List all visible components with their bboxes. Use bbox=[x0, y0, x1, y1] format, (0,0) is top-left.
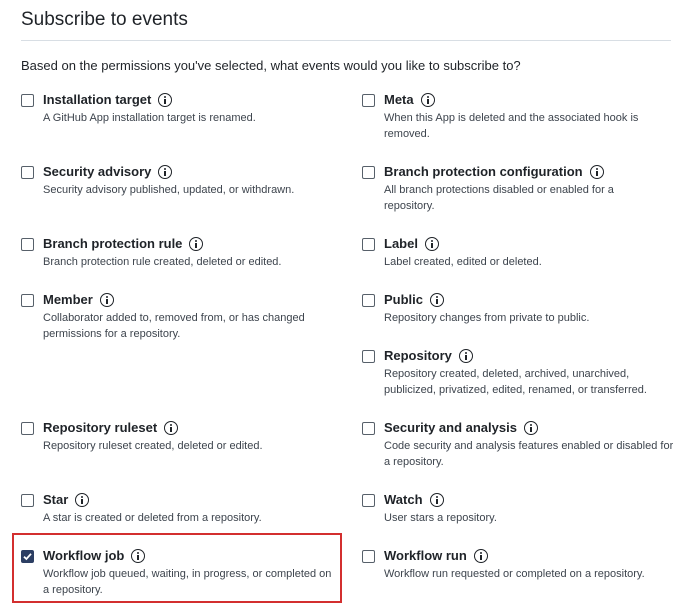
checkbox[interactable] bbox=[362, 238, 375, 251]
event-security-and-analysis[interactable]: Security and analysis Code security and … bbox=[362, 420, 673, 470]
info-icon[interactable] bbox=[158, 92, 173, 107]
event-meta[interactable]: Meta When this App is deleted and the as… bbox=[362, 92, 662, 140]
event-repository[interactable]: Repository Repository created, deleted, … bbox=[362, 348, 667, 398]
checkbox[interactable] bbox=[362, 166, 375, 179]
info-icon[interactable] bbox=[131, 548, 146, 563]
event-workflow-job[interactable]: Workflow job Workflow job queued, waitin… bbox=[21, 548, 336, 598]
info-icon[interactable] bbox=[99, 292, 114, 307]
checkbox[interactable] bbox=[21, 294, 34, 307]
event-description: Security advisory published, updated, or… bbox=[43, 184, 295, 196]
event-title: Security and analysis bbox=[384, 420, 517, 435]
event-title: Star bbox=[43, 492, 69, 507]
info-icon[interactable] bbox=[420, 92, 435, 107]
section-title: Subscribe to events bbox=[21, 9, 188, 30]
event-description: Collaborator added to, removed from, or … bbox=[43, 312, 305, 340]
checkbox[interactable] bbox=[362, 422, 375, 435]
event-title: Branch protection configuration bbox=[384, 164, 583, 179]
event-public[interactable]: Public Repository changes from private t… bbox=[362, 292, 662, 332]
event-title: Security advisory bbox=[43, 164, 152, 179]
event-workflow-run[interactable]: Workflow run Workflow run requested or c… bbox=[362, 548, 667, 588]
event-installation-target[interactable]: Installation target A GitHub App install… bbox=[21, 92, 341, 132]
event-title: Member bbox=[43, 292, 93, 307]
event-repository-ruleset[interactable]: Repository ruleset Repository ruleset cr… bbox=[21, 420, 341, 460]
checkbox[interactable] bbox=[21, 94, 34, 107]
event-description: Repository created, deleted, archived, u… bbox=[384, 368, 647, 396]
event-description: A GitHub App installation target is rena… bbox=[43, 112, 256, 124]
info-icon[interactable] bbox=[523, 420, 538, 435]
event-description: User stars a repository. bbox=[384, 512, 497, 524]
event-title: Public bbox=[384, 292, 424, 307]
event-description: A star is created or deleted from a repo… bbox=[43, 512, 262, 524]
info-icon[interactable] bbox=[164, 420, 179, 435]
event-description: Code security and analysis features enab… bbox=[384, 440, 673, 468]
event-title: Installation target bbox=[43, 92, 152, 107]
event-description: Repository ruleset created, deleted or e… bbox=[43, 440, 263, 452]
event-description: Label created, edited or deleted. bbox=[384, 256, 542, 268]
info-icon[interactable] bbox=[430, 292, 445, 307]
event-watch[interactable]: Watch User stars a repository. bbox=[362, 492, 662, 532]
checkbox[interactable] bbox=[362, 294, 375, 307]
checkmark-icon bbox=[23, 553, 32, 561]
info-icon[interactable] bbox=[424, 236, 439, 251]
event-description: Branch protection rule created, deleted … bbox=[43, 256, 282, 268]
checkbox[interactable] bbox=[21, 238, 34, 251]
event-branch-protection-rule[interactable]: Branch protection rule Branch protection… bbox=[21, 236, 341, 276]
intro-text: Based on the permissions you've selected… bbox=[21, 58, 521, 73]
event-security-advisory[interactable]: Security advisory Security advisory publ… bbox=[21, 164, 341, 204]
event-description: When this App is deleted and the associa… bbox=[384, 112, 639, 140]
event-title: Branch protection rule bbox=[43, 236, 183, 251]
event-title: Label bbox=[384, 236, 418, 251]
event-description: Repository changes from private to publi… bbox=[384, 312, 590, 324]
event-title: Watch bbox=[384, 492, 423, 507]
event-description: Workflow run requested or completed on a… bbox=[384, 568, 645, 580]
event-member[interactable]: Member Collaborator added to, removed fr… bbox=[21, 292, 341, 342]
event-label[interactable]: Label Label created, edited or deleted. bbox=[362, 236, 662, 276]
event-title: Repository ruleset bbox=[43, 420, 158, 435]
checkbox[interactable] bbox=[21, 422, 34, 435]
event-title: Workflow job bbox=[43, 548, 125, 563]
event-title: Repository bbox=[384, 348, 452, 363]
info-icon[interactable] bbox=[189, 236, 204, 251]
checkbox[interactable] bbox=[362, 350, 375, 363]
checkbox-checked[interactable] bbox=[21, 550, 34, 563]
checkbox[interactable] bbox=[21, 166, 34, 179]
event-title: Workflow run bbox=[384, 548, 467, 563]
event-title: Meta bbox=[384, 92, 414, 107]
info-icon[interactable] bbox=[473, 548, 488, 563]
checkbox[interactable] bbox=[21, 494, 34, 507]
divider bbox=[21, 40, 671, 41]
info-icon[interactable] bbox=[158, 164, 173, 179]
event-description: All branch protections disabled or enabl… bbox=[384, 184, 614, 212]
event-description: Workflow job queued, waiting, in progres… bbox=[43, 568, 332, 596]
checkbox[interactable] bbox=[362, 550, 375, 563]
info-icon[interactable] bbox=[458, 348, 473, 363]
event-branch-protection-configuration[interactable]: Branch protection configuration All bran… bbox=[362, 164, 662, 214]
checkbox[interactable] bbox=[362, 94, 375, 107]
checkbox[interactable] bbox=[362, 494, 375, 507]
info-icon[interactable] bbox=[429, 492, 444, 507]
event-star[interactable]: Star A star is created or deleted from a… bbox=[21, 492, 341, 532]
info-icon[interactable] bbox=[75, 492, 90, 507]
info-icon[interactable] bbox=[589, 164, 604, 179]
